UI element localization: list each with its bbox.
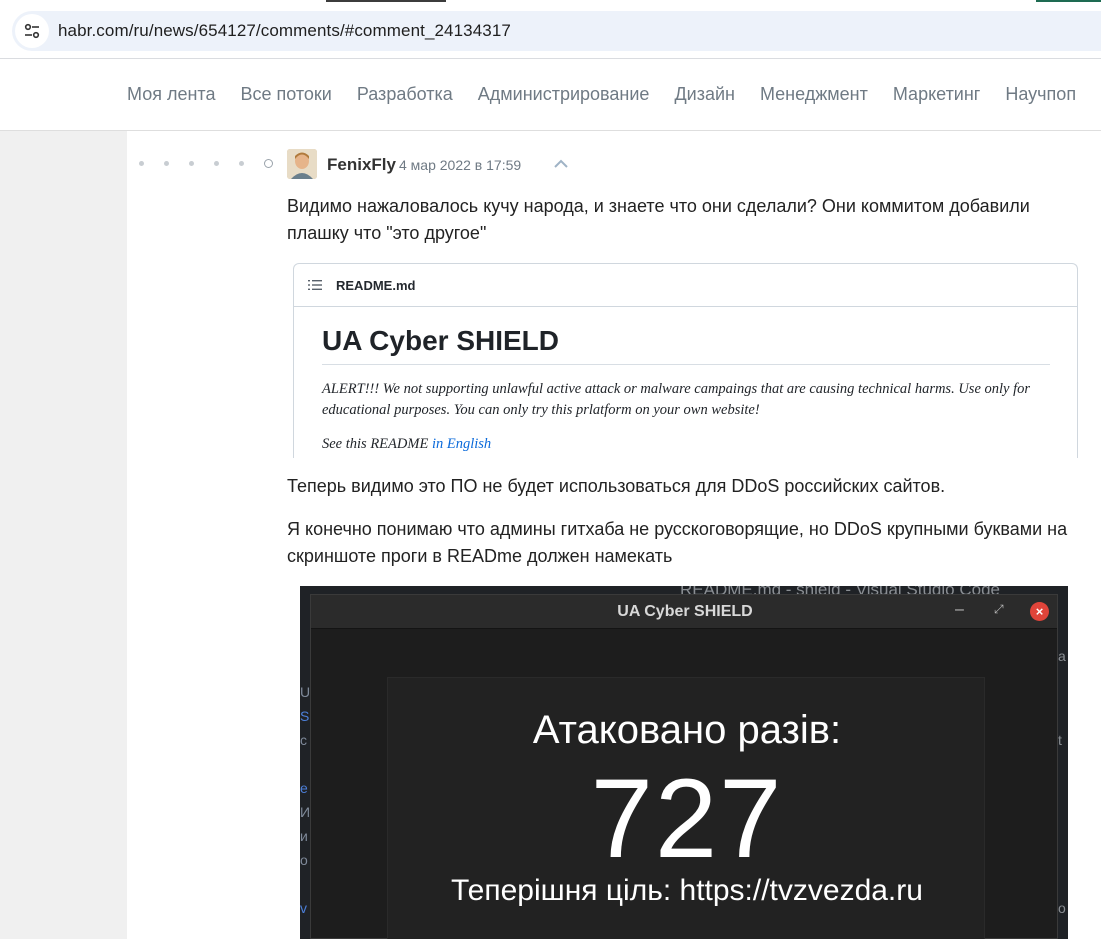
comment-paragraph: Видимо нажаловалось кучу народа, и знает…: [287, 196, 1030, 243]
app-window-title: UA Cyber SHIELD: [617, 603, 753, 620]
tab-strip: [0, 0, 1101, 10]
app-window: UA Cyber SHIELD – ⤢ × Атаковано разів: 7…: [310, 594, 1058, 939]
attack-panel: Атаковано разів: 727 Теперішня ціль: htt…: [387, 677, 985, 939]
background-text-fragment: o: [1058, 900, 1066, 916]
thread-dot: [164, 161, 169, 166]
current-target: Теперішня ціль: https://tvzvezda.ru: [451, 874, 923, 907]
nav-items: Моя лента Все потоки Разработка Админист…: [127, 84, 1101, 105]
readme-title: UA Cyber SHIELD: [322, 325, 560, 356]
site-settings-icon[interactable]: [15, 14, 49, 48]
flows-nav: Моя лента Все потоки Разработка Админист…: [0, 59, 1101, 131]
readme-header: README.md: [294, 264, 1077, 307]
app-titlebar: UA Cyber SHIELD – ⤢ ×: [311, 595, 1057, 629]
nav-item-development[interactable]: Разработка: [357, 84, 453, 105]
comment-paragraph: Я конечно понимаю что админы гитхаба не …: [287, 519, 1068, 566]
background-text-fragment: c: [300, 732, 307, 748]
background-text-fragment: U: [300, 684, 311, 700]
background-text-fragment: о: [300, 852, 308, 868]
comment-paragraph: Теперь видимо это ПО не будет использова…: [287, 476, 946, 496]
minimize-icon: –: [955, 601, 964, 618]
thread-dot: [139, 161, 144, 166]
readme-alert: ALERT!!! We not supporting unlawful acti…: [322, 381, 1031, 418]
readme-filename: README.md: [336, 277, 416, 293]
url-text[interactable]: habr.com/ru/news/654127/comments/#commen…: [58, 21, 511, 41]
background-text-fragment: a: [1058, 648, 1066, 664]
attack-count-value: 727: [590, 756, 784, 881]
close-icon: ×: [1030, 602, 1049, 621]
readme-english-link[interactable]: in English: [432, 436, 491, 452]
thread-depth-indicator: [139, 159, 273, 168]
background-text-fragment: S: [300, 708, 310, 724]
nav-item-management[interactable]: Менеджмент: [760, 84, 868, 105]
nav-item-admin[interactable]: Администрирование: [478, 84, 650, 105]
thread-current-dot[interactable]: [264, 159, 273, 168]
thread-dot: [239, 161, 244, 166]
comment-date[interactable]: 4 мар 2022 в 17:59: [399, 157, 521, 173]
readme-see-prefix: See this README: [322, 436, 429, 452]
attack-count-label: Атаковано разів:: [532, 708, 842, 752]
readme-divider: [322, 364, 1050, 365]
background-text-fragment: v: [300, 900, 307, 916]
avatar[interactable]: [287, 149, 317, 179]
readme-see-line: See this README in English: [322, 436, 491, 453]
active-tab-indicator: [326, 0, 446, 2]
nav-item-my-feed[interactable]: Моя лента: [127, 84, 215, 105]
background-text-fragment: И: [300, 804, 311, 820]
thread-dot: [214, 161, 219, 166]
nav-item-popsci[interactable]: Научпоп: [1005, 84, 1076, 105]
nav-item-design[interactable]: Дизайн: [674, 84, 735, 105]
maximize-icon: ⤢: [994, 602, 1004, 616]
list-icon: [308, 280, 322, 290]
background-text-fragment: t: [1058, 732, 1062, 748]
thread-dot: [189, 161, 194, 166]
nav-item-all-flows[interactable]: Все потоки: [240, 84, 331, 105]
left-sidebar: [0, 131, 127, 939]
background-text-fragment: e: [300, 780, 308, 796]
comment-author[interactable]: FenixFly: [327, 155, 396, 175]
readme-image: README.md UA Cyber SHIELD ALERT!!! We no…: [293, 263, 1078, 458]
chevron-up-icon[interactable]: [551, 156, 571, 172]
app-screenshot-image: README.md - shield - Visual Studio Code …: [300, 586, 1068, 939]
nav-item-marketing[interactable]: Маркетинг: [893, 84, 981, 105]
address-bar[interactable]: habr.com/ru/news/654127/comments/#commen…: [12, 11, 1101, 51]
background-text-fragment: и: [300, 828, 308, 844]
tab-indicator: [1036, 0, 1101, 2]
